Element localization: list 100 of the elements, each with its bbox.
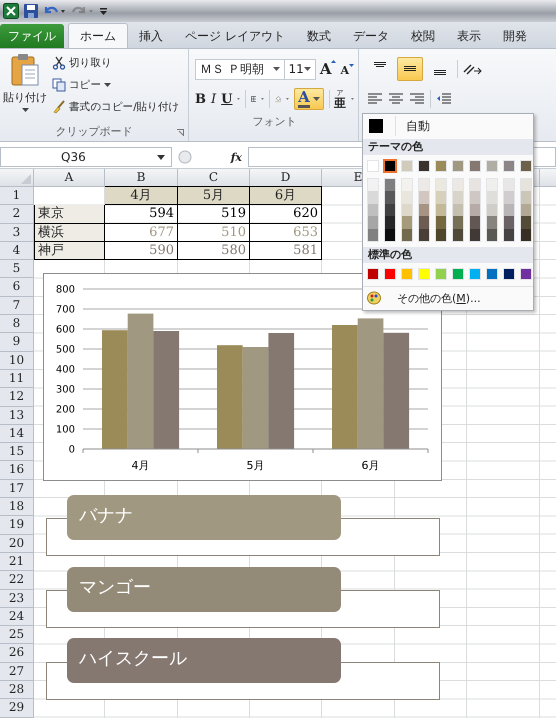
color-swatch[interactable] <box>418 268 430 280</box>
color-swatch[interactable] <box>368 179 378 192</box>
color-swatch[interactable] <box>435 268 447 280</box>
color-swatch[interactable] <box>435 160 447 172</box>
color-swatch[interactable] <box>452 160 464 172</box>
caret-icon[interactable] <box>237 97 240 101</box>
color-swatch[interactable] <box>385 179 395 192</box>
ribbon-tab[interactable]: データ <box>342 24 400 48</box>
row-header[interactable]: 16 <box>0 461 34 480</box>
column-header[interactable]: B <box>105 169 178 187</box>
underline-button[interactable]: U <box>221 92 232 106</box>
color-swatch[interactable] <box>486 160 498 172</box>
color-swatch[interactable] <box>418 160 430 172</box>
color-swatch[interactable] <box>487 179 497 192</box>
row-header[interactable]: 27 <box>0 662 34 682</box>
color-swatch[interactable] <box>385 191 395 204</box>
row-header[interactable]: 18 <box>0 498 34 516</box>
color-swatch[interactable] <box>470 204 480 216</box>
horizontal-align-icon[interactable] <box>388 93 404 105</box>
file-tab[interactable]: ファイル <box>0 24 64 48</box>
rounded-label[interactable]: ハイスクール <box>67 638 341 683</box>
color-swatch[interactable] <box>470 228 480 241</box>
color-swatch[interactable] <box>504 216 514 229</box>
vertical-align-button[interactable] <box>397 57 423 81</box>
color-swatch[interactable] <box>521 204 531 216</box>
spreadsheet-logo-icon[interactable] <box>3 3 19 19</box>
row-header[interactable]: 15 <box>0 443 34 462</box>
cut-button[interactable]: 切り取り <box>52 53 180 72</box>
color-swatch[interactable] <box>470 216 480 229</box>
color-swatch[interactable] <box>504 179 514 192</box>
color-swatch[interactable] <box>521 191 531 204</box>
indent-icon[interactable] <box>436 93 452 105</box>
row-header[interactable]: 21 <box>0 552 34 572</box>
row-header[interactable]: 29 <box>0 699 34 718</box>
ribbon-tab[interactable]: 開発 <box>492 24 538 48</box>
automatic-color-item[interactable]: 自動 <box>363 114 533 138</box>
color-swatch[interactable] <box>504 204 514 216</box>
color-swatch[interactable] <box>503 160 515 172</box>
row-header[interactable]: 25 <box>0 626 34 644</box>
horizontal-align-icon[interactable] <box>367 93 383 105</box>
color-swatch[interactable] <box>470 191 480 204</box>
row-header[interactable]: 7 <box>0 296 34 316</box>
horizontal-align-icon[interactable] <box>409 93 425 105</box>
color-swatch[interactable] <box>486 268 498 280</box>
color-swatch[interactable] <box>453 204 463 216</box>
row-header[interactable]: 10 <box>0 352 34 370</box>
row-header[interactable]: 17 <box>0 480 34 498</box>
bar[interactable] <box>268 333 294 449</box>
color-swatch[interactable] <box>504 228 514 241</box>
color-swatch[interactable] <box>384 268 396 280</box>
row-header[interactable]: 26 <box>0 644 34 663</box>
color-swatch[interactable] <box>402 204 412 216</box>
row-header[interactable]: 19 <box>0 516 34 535</box>
color-swatch[interactable] <box>385 228 395 241</box>
color-swatch[interactable] <box>436 228 446 241</box>
color-swatch[interactable] <box>368 216 378 229</box>
color-swatch[interactable] <box>521 228 531 241</box>
row-header[interactable]: 3 <box>0 224 34 242</box>
color-swatch[interactable] <box>453 228 463 241</box>
row-header[interactable]: 24 <box>0 608 34 626</box>
row-header[interactable]: 22 <box>0 571 34 590</box>
color-swatch[interactable] <box>504 191 514 204</box>
color-swatch[interactable] <box>469 268 481 280</box>
row-header[interactable]: 20 <box>0 534 34 553</box>
row-header[interactable]: 1 <box>0 187 34 206</box>
column-header[interactable] <box>540 169 556 187</box>
color-swatch[interactable] <box>453 179 463 192</box>
color-swatch[interactable] <box>487 228 497 241</box>
row-header[interactable]: 2 <box>0 205 34 224</box>
color-swatch[interactable] <box>419 204 429 216</box>
color-swatch[interactable] <box>521 179 531 192</box>
row-header[interactable]: 23 <box>0 590 34 608</box>
color-swatch[interactable] <box>521 216 531 229</box>
color-swatch[interactable] <box>436 179 446 192</box>
column-header[interactable]: C <box>178 169 250 187</box>
color-swatch[interactable] <box>419 179 429 192</box>
color-swatch[interactable] <box>419 228 429 241</box>
ribbon-tab[interactable]: 校閲 <box>400 24 446 48</box>
ribbon-tab[interactable]: 数式 <box>296 24 342 48</box>
color-swatch[interactable] <box>487 191 497 204</box>
paste-button[interactable]: 貼り付け <box>0 53 50 121</box>
text-angle-icon[interactable] <box>462 62 484 76</box>
shrink-font-button[interactable]: A <box>340 61 354 77</box>
color-swatch[interactable] <box>470 179 480 192</box>
row-header[interactable]: 28 <box>0 681 34 700</box>
color-swatch[interactable] <box>520 268 532 280</box>
bar[interactable] <box>102 330 128 449</box>
color-swatch[interactable] <box>419 191 429 204</box>
italic-button[interactable]: I <box>211 92 216 106</box>
copy-button[interactable]: コピー <box>52 75 180 94</box>
color-swatch[interactable] <box>469 160 481 172</box>
grow-font-button[interactable]: A <box>320 60 336 78</box>
color-swatch[interactable] <box>402 228 412 241</box>
row-header[interactable]: 12 <box>0 388 34 407</box>
ribbon-tab[interactable]: ホーム <box>68 23 128 48</box>
row-header[interactable]: 11 <box>0 370 34 388</box>
color-swatch[interactable] <box>402 216 412 229</box>
ribbon-tab[interactable]: 挿入 <box>128 24 174 48</box>
row-header[interactable]: 8 <box>0 315 34 334</box>
dialog-launcher-icon[interactable] <box>177 129 184 136</box>
